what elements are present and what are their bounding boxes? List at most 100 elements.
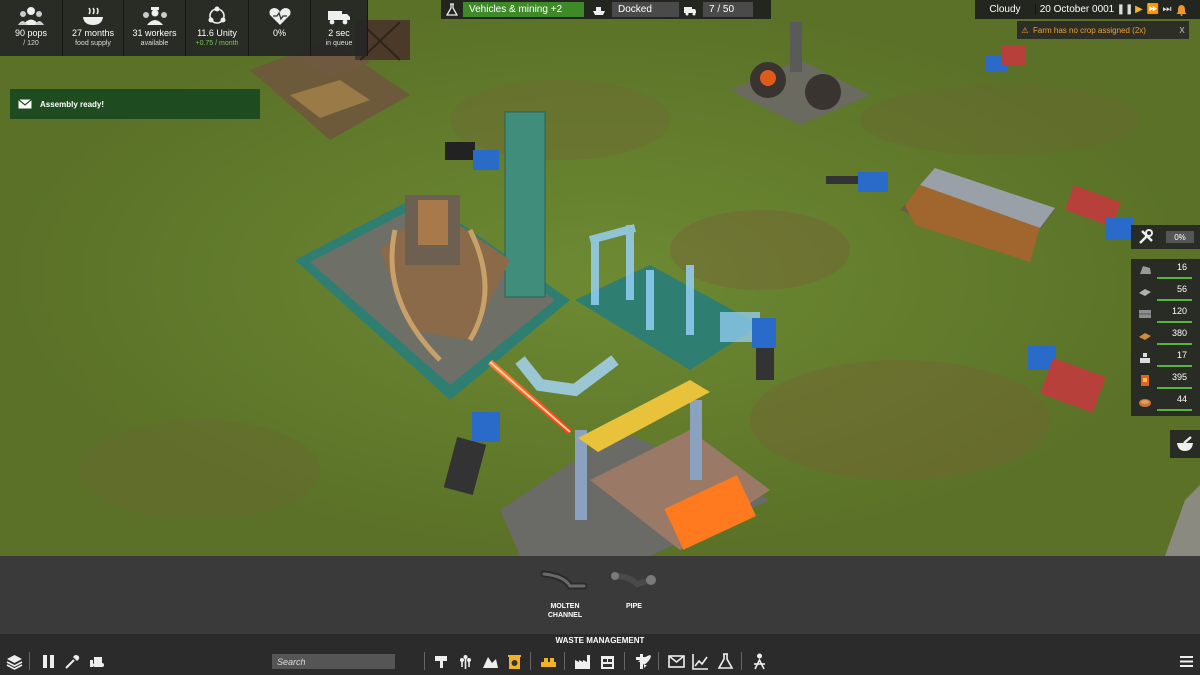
notification-toast[interactable]: ⚠ Farm has no crop assigned (2x) X [1017,21,1189,39]
resource-bar [1157,299,1192,301]
food-icon [1139,399,1151,407]
top-status-bar: Vehicles & mining +2 Docked 7 / 50 [441,0,771,19]
stat-value: 31 workers [132,28,177,38]
stat-value: 11.6 Unity [197,28,237,38]
stat-sub: +0.75 / month [195,40,239,47]
conveyor-icon[interactable] [538,651,558,671]
fastest-forward-icon[interactable]: ⏭ [1160,3,1174,17]
build-item-label: PIPE [626,603,642,610]
maintenance-value: 0% [1166,231,1194,243]
stat-queue[interactable]: 2 sec in queue [311,0,368,56]
stat-workers[interactable]: 31 workers available [124,0,186,56]
vehicle-count[interactable]: 7 / 50 [703,2,753,17]
construction-parts-icon [1140,353,1150,363]
resource-value: 44 [1176,394,1187,404]
pause-icon[interactable]: ❚❚ [1117,3,1134,17]
resource-bar [1157,343,1192,345]
resource-row[interactable]: 395 [1131,369,1200,391]
toolbar-divider [424,652,425,670]
game-viewport[interactable] [0,0,1200,556]
eyedropper-icon[interactable] [62,651,82,671]
food-bowl-icon [83,7,103,25]
fast-forward-icon[interactable]: ⏩ [1146,3,1160,17]
cooking-button[interactable] [1170,430,1200,458]
bottom-toolbar [0,647,1200,675]
resource-row[interactable]: 120 [1131,303,1200,325]
mortar-pestle-icon [1177,436,1193,451]
stat-sub: available [140,40,169,47]
stat-value: 90 pops [14,28,48,38]
resource-row[interactable]: 17 [1131,347,1200,369]
message-toast[interactable]: Assembly ready! [10,89,260,119]
stat-health[interactable]: 0% [249,0,311,56]
truck-queue-icon [328,11,350,25]
hamburger-menu-icon[interactable] [1176,651,1196,671]
stat-value: 2 sec [328,28,350,38]
stat-value: 0% [272,28,286,38]
resource-row[interactable]: 380 [1131,325,1200,347]
molten-channel-icon [540,570,588,590]
maintenance-panel[interactable]: 0% [1131,225,1200,249]
resource-value: 16 [1176,262,1187,272]
ship-dock-status[interactable]: Docked [612,2,679,17]
mining-icon[interactable] [431,651,451,671]
mail-icon [18,99,32,109]
resource-value: 17 [1176,350,1187,360]
workers-icon [142,7,167,25]
build-item-molten-channel[interactable]: MOLTEN CHANNEL [535,568,595,620]
stats-bar: 90 pops / 120 27 months food supply 31 w… [0,0,368,56]
factory-icon[interactable] [572,651,592,671]
stat-population[interactable]: 90 pops / 120 [0,0,63,56]
toolbar-divider [741,652,742,670]
notification-text: Farm has no crop assigned (2x) [1033,25,1146,35]
population-icon [18,7,44,25]
research-flask-icon[interactable] [715,651,735,671]
resource-row[interactable]: 56 [1131,281,1200,303]
message-text: Assembly ready! [40,99,105,109]
stat-value: 27 months [71,28,115,38]
toolbar-divider [29,652,30,670]
build-item-pipe[interactable]: PIPE [604,568,664,611]
resource-row[interactable]: 16 [1131,259,1200,281]
search-input[interactable] [272,654,395,669]
research-progress[interactable]: Vehicles & mining +2 [463,2,584,17]
pause-build-icon[interactable] [38,651,58,671]
resource-row[interactable]: 44 [1131,391,1200,413]
stats-chart-icon[interactable] [690,651,710,671]
mail-icon[interactable] [666,651,686,671]
population-tree-icon[interactable] [749,651,769,671]
food-processing-icon[interactable] [480,651,500,671]
resource-value: 120 [1171,306,1187,316]
waste-management-icon[interactable] [504,651,524,671]
vehicle-icon [684,6,696,15]
rocket-icon[interactable] [634,651,654,671]
diesel-icon [1141,375,1149,386]
ship-icon [593,6,605,15]
research-flask-icon [445,2,459,16]
toolbar-divider [658,652,659,670]
build-category-title: WASTE MANAGEMENT [555,636,645,645]
storage-icon[interactable] [597,651,617,671]
wood-planks-icon [1139,333,1151,340]
tools-wrench-icon [1139,229,1153,244]
alert-bell-icon[interactable] [1174,3,1188,17]
stat-unity[interactable]: 11.6 Unity +0.75 / month [186,0,249,56]
weather-label: Cloudy [989,4,1021,15]
resource-bar [1157,409,1192,411]
layers-icon[interactable] [4,651,24,671]
time-bar: Cloudy 20 October 0001 ❚❚ ▶ ⏩ ⏭ [975,0,1200,19]
build-item-label: MOLTEN [550,603,580,610]
bulldozer-icon[interactable] [87,651,107,671]
iron-ore-icon [1140,266,1151,274]
stat-sub: in queue [325,40,353,47]
play-icon[interactable]: ▶ [1132,3,1146,17]
stat-food[interactable]: 27 months food supply [63,0,124,56]
close-icon[interactable]: X [1175,26,1189,35]
resource-value: 380 [1171,328,1187,338]
resource-bar [1157,387,1192,389]
build-item-label: CHANNEL [547,612,583,619]
resource-bar [1157,277,1192,279]
farming-icon[interactable] [455,651,475,671]
world-scene [0,0,1200,556]
resource-value: 56 [1176,284,1187,294]
